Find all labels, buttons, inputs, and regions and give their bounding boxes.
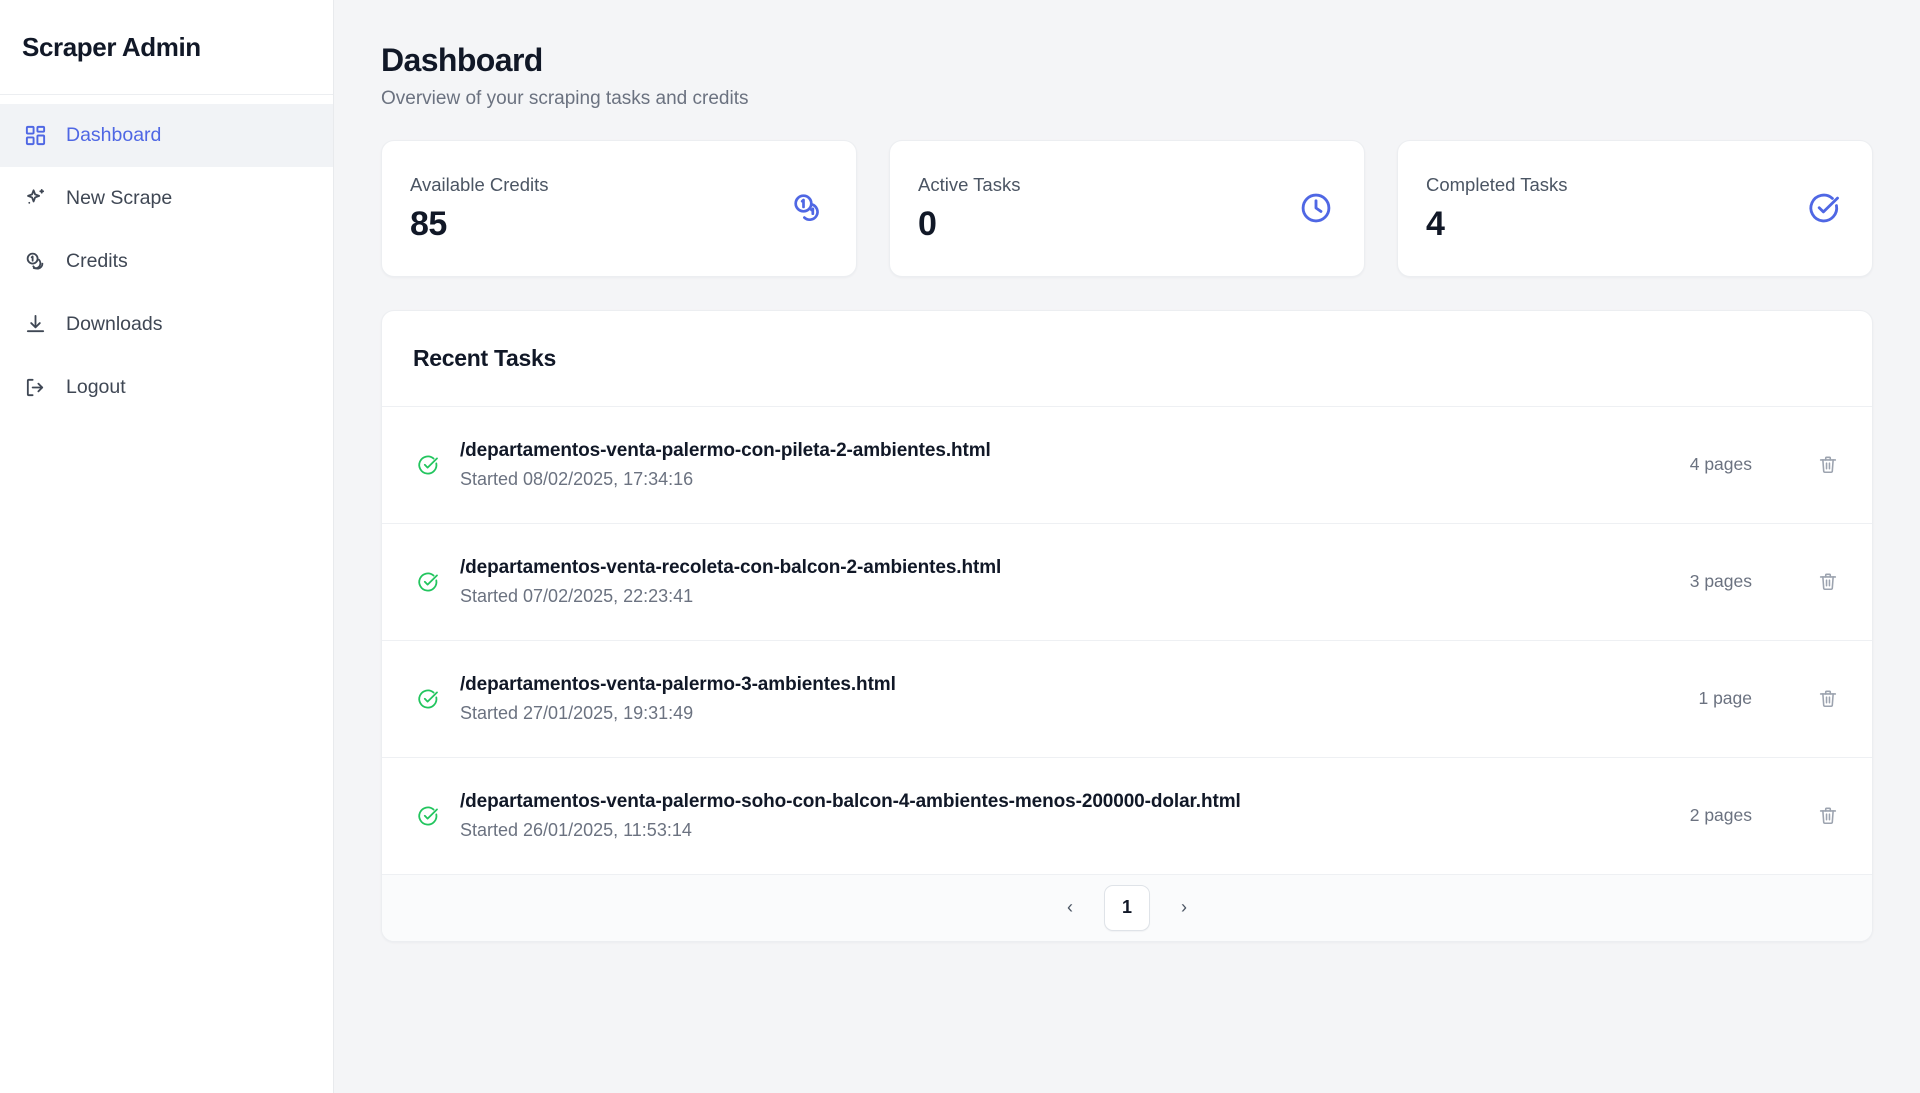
sidebar-item-new-scrape[interactable]: New Scrape: [0, 167, 333, 230]
table-row[interactable]: /departamentos-venta-palermo-3-ambientes…: [382, 641, 1872, 758]
task-info: /departamentos-venta-palermo-con-pileta-…: [460, 440, 1671, 490]
stat-card-active-tasks: Active Tasks 0: [889, 139, 1365, 277]
pagination: ‹ 1 ›: [382, 874, 1872, 941]
task-name: /departamentos-venta-palermo-con-pileta-…: [460, 439, 991, 461]
layout-grid-icon: [23, 123, 48, 148]
stat-card-text: Active Tasks 0: [918, 174, 1020, 244]
sidebar-item-label: Dashboard: [66, 124, 162, 146]
recent-tasks-panel: Recent Tasks /departamentos-venta-palerm…: [381, 309, 1873, 942]
stat-label: Active Tasks: [918, 173, 1021, 195]
stat-value: 85: [410, 204, 447, 243]
stat-label: Available Credits: [410, 173, 549, 195]
trash-icon[interactable]: [1815, 803, 1841, 829]
task-started: Started 26/01/2025, 11:53:14: [460, 819, 692, 840]
main-content: Dashboard Overview of your scraping task…: [334, 0, 1920, 1093]
stat-cards: Available Credits 85 Active Tasks 0 Comp…: [381, 139, 1873, 277]
sidebar-item-label: New Scrape: [66, 187, 173, 209]
sidebar-item-dashboard[interactable]: Dashboard: [0, 104, 333, 167]
circle-check-icon: [415, 452, 441, 478]
brand: Scraper Admin: [0, 0, 333, 95]
download-icon: [23, 312, 48, 337]
stat-value: 0: [918, 204, 937, 243]
circle-check-icon: [415, 686, 441, 712]
sparkles-icon: [23, 186, 48, 211]
sidebar-item-label: Downloads: [66, 313, 163, 335]
trash-icon[interactable]: [1815, 569, 1841, 595]
pagination-next-button[interactable]: ›: [1161, 885, 1207, 931]
pagination-prev-button[interactable]: ‹: [1047, 885, 1093, 931]
coins-icon: [788, 188, 828, 228]
coins-icon: [23, 249, 48, 274]
table-row[interactable]: /departamentos-venta-palermo-con-pileta-…: [382, 407, 1872, 524]
sidebar-item-credits[interactable]: Credits: [0, 230, 333, 293]
page-title: Dashboard: [381, 42, 543, 78]
task-pages: 1 page: [1698, 688, 1752, 709]
task-pages: 4 pages: [1689, 454, 1752, 475]
stat-label: Completed Tasks: [1426, 173, 1568, 195]
sidebar-item-downloads[interactable]: Downloads: [0, 293, 333, 356]
sidebar-item-label: Logout: [66, 376, 126, 398]
logout-icon: [23, 375, 48, 400]
sidebar-item-label: Credits: [66, 250, 128, 272]
task-pages: 3 pages: [1689, 571, 1752, 592]
table-row[interactable]: /departamentos-venta-palermo-soho-con-ba…: [382, 758, 1872, 875]
sidebar: Scraper Admin Dashboard New Scrape Credi…: [0, 0, 334, 1093]
pagination-page-1-button[interactable]: 1: [1104, 884, 1150, 931]
task-started: Started 07/02/2025, 22:23:41: [460, 585, 694, 606]
task-pages: 2 pages: [1689, 805, 1752, 826]
task-name: /departamentos-venta-palermo-soho-con-ba…: [460, 790, 1241, 812]
brand-title: Scraper Admin: [22, 31, 201, 62]
recent-tasks-header: Recent Tasks: [382, 311, 1872, 407]
task-info: /departamentos-venta-recoleta-con-balcon…: [460, 557, 1671, 607]
stat-value: 4: [1426, 204, 1445, 243]
stat-card-available-credits: Available Credits 85: [381, 139, 857, 277]
task-started: Started 08/02/2025, 17:34:16: [460, 468, 694, 489]
clock-icon: [1296, 188, 1336, 228]
task-info: /departamentos-venta-palermo-soho-con-ba…: [460, 791, 1671, 841]
stat-card-text: Available Credits 85: [410, 174, 548, 244]
app-root: Scraper Admin Dashboard New Scrape Credi…: [0, 0, 1920, 1093]
task-name: /departamentos-venta-palermo-3-ambientes…: [460, 673, 896, 695]
circle-check-icon: [1804, 188, 1844, 228]
panel-title: Recent Tasks: [413, 344, 556, 371]
circle-check-icon: [415, 803, 441, 829]
table-row[interactable]: /departamentos-venta-recoleta-con-balcon…: [382, 524, 1872, 641]
trash-icon[interactable]: [1815, 452, 1841, 478]
trash-icon[interactable]: [1815, 686, 1841, 712]
stat-card-completed-tasks: Completed Tasks 4: [1397, 139, 1873, 277]
task-started: Started 27/01/2025, 19:31:49: [460, 702, 694, 723]
page-subtitle: Overview of your scraping tasks and cred…: [381, 87, 749, 109]
task-name: /departamentos-venta-recoleta-con-balcon…: [460, 556, 1002, 578]
task-info: /departamentos-venta-palermo-3-ambientes…: [460, 674, 1679, 724]
sidebar-nav: Dashboard New Scrape Credits Downloads L…: [0, 95, 333, 419]
stat-card-text: Completed Tasks 4: [1426, 174, 1568, 244]
circle-check-icon: [415, 569, 441, 595]
sidebar-item-logout[interactable]: Logout: [0, 356, 333, 419]
